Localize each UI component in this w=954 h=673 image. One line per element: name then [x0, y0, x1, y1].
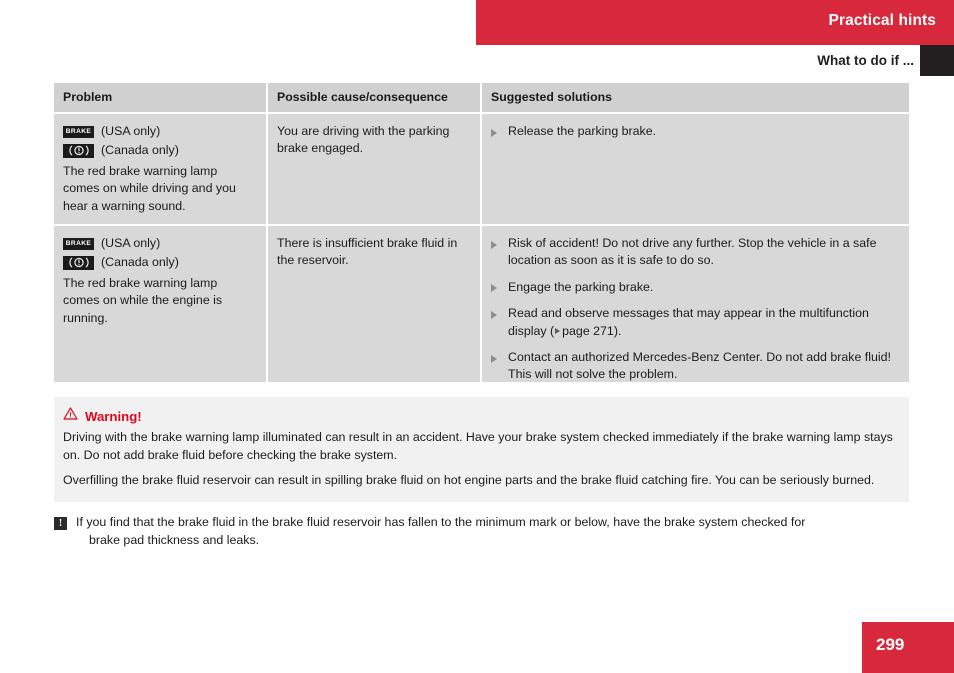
cross-reference-triangle-icon	[555, 327, 561, 334]
column-header-problem: Problem	[54, 83, 268, 112]
page-number: 299	[876, 635, 905, 654]
solution-text-after: ).	[613, 323, 622, 338]
warning-paragraph: Driving with the brake warning lamp illu…	[63, 430, 893, 462]
cell-problem: BRAKE (USA only) (Canada only) The red b…	[54, 112, 268, 224]
symbol-line-usa: BRAKE (USA only)	[63, 235, 254, 252]
solutions-list: Risk of accident! Do not drive any furth…	[491, 235, 897, 384]
problem-description: The red brake warning lamp comes on whil…	[63, 164, 236, 213]
table-row: BRAKE (USA only) (Canada only) The red b…	[54, 112, 909, 224]
cell-solutions: Risk of accident! Do not drive any furth…	[482, 224, 909, 382]
note-line-2: brake pad thickness and leaks.	[89, 532, 260, 547]
list-item: Read and observe messages that may appea…	[491, 305, 897, 340]
cross-reference[interactable]: page 271	[554, 324, 614, 338]
cell-solutions: Release the parking brake.	[482, 112, 909, 224]
symbol-note-canada: (Canada only)	[101, 254, 179, 269]
cell-cause: There is insufficient brake fluid in the…	[268, 224, 482, 382]
list-item: Release the parking brake.	[491, 123, 897, 140]
note-block: ! If you find that the brake fluid in th…	[54, 514, 914, 549]
brake-warning-lamp-usa-icon: BRAKE	[63, 237, 94, 250]
symbol-note-canada: (Canada only)	[101, 142, 179, 157]
bullet-triangle-icon	[491, 354, 497, 363]
symbol-line-usa: BRAKE (USA only)	[63, 123, 254, 140]
bullet-triangle-icon	[491, 128, 497, 137]
note-text: If you find that the brake fluid in the …	[76, 514, 805, 549]
warning-title: Warning!	[85, 408, 142, 424]
cell-problem: BRAKE (USA only) (Canada only) The red b…	[54, 224, 268, 382]
section-tab-marker	[920, 45, 954, 76]
symbol-line-canada: (Canada only)	[63, 254, 254, 271]
brake-warning-lamp-usa-icon: BRAKE	[63, 125, 94, 138]
brake-warning-lamp-canada-icon	[63, 255, 94, 270]
troubleshooting-table: Problem Possible cause/consequence Sugge…	[54, 83, 909, 382]
list-item: Contact an authorized Mercedes-Benz Cent…	[491, 349, 897, 384]
warning-box: Warning! Driving with the brake warning …	[54, 397, 909, 502]
bullet-triangle-icon	[491, 310, 497, 319]
warning-paragraph: Overfilling the brake fluid reservoir ca…	[63, 473, 875, 488]
note-exclamation-icon: !	[54, 517, 67, 530]
solution-text: Engage the parking brake.	[508, 279, 654, 294]
bullet-triangle-icon	[491, 240, 497, 249]
table-row: BRAKE (USA only) (Canada only) The red b…	[54, 224, 909, 382]
solution-text: Release the parking brake.	[508, 124, 657, 138]
page-root: Practical hints What to do if ... Proble…	[0, 0, 954, 673]
solution-text: Contact an authorized Mercedes-Benz Cent…	[508, 350, 891, 382]
section-subtitle: What to do if ...	[817, 53, 914, 68]
list-item: Engage the parking brake.	[491, 279, 897, 296]
bullet-triangle-icon	[491, 284, 497, 293]
solution-text: Risk of accident! Do not drive any furth…	[508, 236, 877, 268]
table-header-row: Problem Possible cause/consequence Sugge…	[54, 83, 909, 112]
cross-reference-label: page 271	[562, 323, 614, 338]
warning-triangle-icon	[63, 407, 78, 425]
symbol-note-usa: (USA only)	[101, 123, 161, 138]
warning-header: Warning!	[63, 407, 897, 425]
column-header-solutions: Suggested solutions	[482, 83, 909, 112]
list-item: Risk of accident! Do not drive any furth…	[491, 235, 897, 270]
brake-warning-lamp-canada-icon	[63, 143, 94, 158]
symbol-note-usa: (USA only)	[101, 235, 161, 250]
note-line-1: If you find that the brake fluid in the …	[76, 515, 806, 529]
symbol-line-canada: (Canada only)	[63, 142, 254, 159]
column-header-cause: Possible cause/consequence	[268, 83, 482, 112]
cell-cause: You are driving with the parking brake e…	[268, 112, 482, 224]
problem-description: The red brake warning lamp comes on whil…	[63, 276, 223, 325]
solutions-list: Release the parking brake.	[491, 123, 897, 140]
page-title: Practical hints	[828, 12, 936, 29]
